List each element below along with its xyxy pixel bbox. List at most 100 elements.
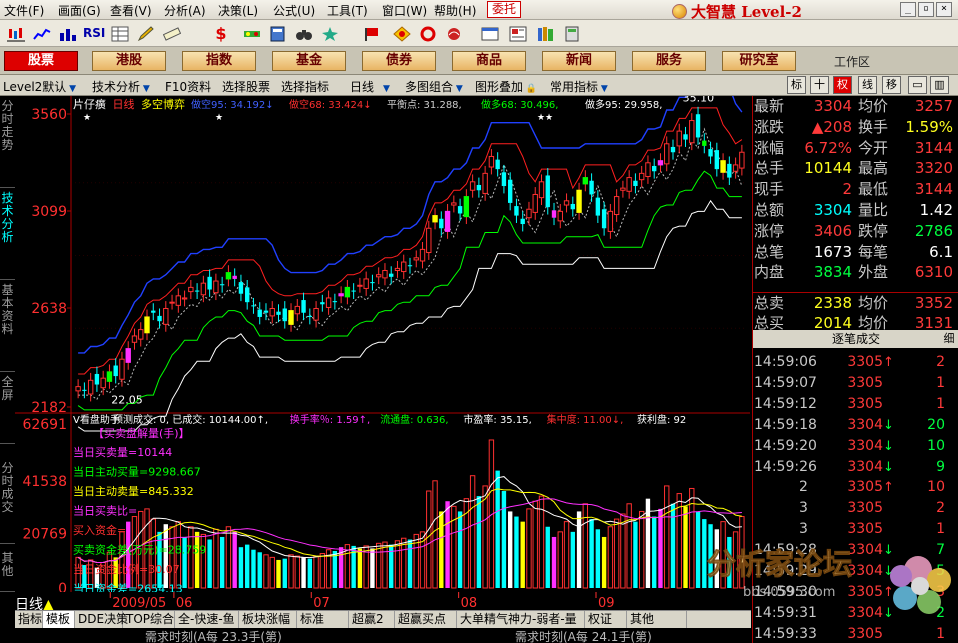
vtab-intraday[interactable]: 分时走势: [0, 96, 15, 188]
mark-button[interactable]: 标: [787, 76, 806, 94]
tech-analysis-select[interactable]: 技术分析 ▼: [92, 78, 150, 95]
quote-value: 3144: [914, 180, 953, 199]
menu-window[interactable]: 窗口(W): [382, 2, 427, 19]
volume-bar: [263, 554, 269, 589]
grid-icon-button[interactable]: [108, 23, 130, 43]
volume-bar: [469, 475, 476, 589]
bottom-tab-1[interactable]: 模板: [43, 611, 75, 629]
crosshair-button[interactable]: 十: [810, 76, 829, 94]
bottom-tab-6[interactable]: 标准: [297, 611, 349, 629]
vtab-fundamentals[interactable]: 基本资料: [0, 280, 15, 372]
candle-body: [507, 179, 513, 203]
nav-research[interactable]: 研究室: [722, 51, 796, 71]
overlay-select[interactable]: 图形叠加 🔒: [475, 78, 537, 95]
volume-bar: [613, 518, 620, 589]
pencil-icon-button[interactable]: [134, 23, 156, 43]
nav-bonds[interactable]: 债券: [362, 51, 436, 71]
menu-help[interactable]: 帮助(H): [434, 2, 476, 19]
panel-icon-button[interactable]: ▭: [908, 76, 927, 94]
bar-icon-button[interactable]: [56, 23, 78, 43]
menu-file[interactable]: 文件(F): [4, 2, 44, 19]
menu-screen[interactable]: 画面(G): [58, 2, 101, 19]
entrust-button[interactable]: 委托: [487, 1, 521, 18]
restore-button[interactable]: ▫: [918, 2, 934, 17]
wave-icon-button[interactable]: [442, 23, 464, 43]
bottom-tab-3[interactable]: TOP综合: [123, 611, 175, 629]
ruler-icon-button[interactable]: [160, 23, 182, 43]
vtab-tech-analysis[interactable]: 技术分析: [0, 188, 15, 280]
bottom-tab-5[interactable]: 板块涨幅: [239, 611, 297, 629]
nav-news[interactable]: 新闻: [542, 51, 616, 71]
multi-chart-select[interactable]: 多图组合 ▼: [405, 78, 463, 95]
bottom-tab-8[interactable]: 超赢买点: [395, 611, 457, 629]
book-icon-button[interactable]: [266, 23, 288, 43]
bottom-tab-2[interactable]: DDE决策: [75, 611, 128, 629]
bottom-tab-4[interactable]: 全-快速-鱼: [175, 611, 239, 629]
x-axis: 2009/05 06 07 08 09: [109, 592, 615, 610]
nav-services[interactable]: 服务: [632, 51, 706, 71]
vtab-tick-trades[interactable]: 分时成交: [0, 444, 15, 544]
nav-hk-stocks[interactable]: 港股: [92, 51, 166, 71]
flag-icon-button[interactable]: [360, 23, 382, 43]
rsi-button[interactable]: RSI: [82, 23, 105, 43]
flow-icon-button[interactable]: [240, 23, 262, 43]
bottom-tab-11[interactable]: 其他: [627, 611, 687, 629]
quote-row: 总笔 1673 每笔 6.1: [753, 242, 958, 263]
workzone-button[interactable]: 工作区: [834, 53, 870, 70]
chart-icon-button[interactable]: [4, 23, 26, 43]
dollar-button[interactable]: $: [210, 23, 232, 43]
window-icon-button[interactable]: [478, 23, 500, 43]
split-icon-button[interactable]: ▥: [930, 76, 949, 94]
vtab-fullscreen[interactable]: 全屏: [0, 372, 15, 444]
quote-value: 6.72%: [804, 138, 852, 157]
star-icon-button[interactable]: [318, 23, 340, 43]
tick-detail-button[interactable]: 细: [941, 331, 957, 347]
nav-index[interactable]: 指数: [182, 51, 256, 71]
line-button[interactable]: 线: [858, 76, 877, 94]
f10-button[interactable]: F10资料: [165, 78, 211, 95]
tick-volume: 2: [936, 354, 945, 370]
select-stock-button[interactable]: 选择股票: [222, 78, 270, 95]
bottom-tab-7[interactable]: 超赢2: [349, 611, 395, 629]
quote-value: 3304: [813, 201, 852, 219]
rights-button[interactable]: 权: [833, 76, 852, 94]
nav-stocks[interactable]: 股票: [4, 51, 78, 71]
menu-tools[interactable]: 工具(T): [327, 2, 368, 19]
news-icon-button[interactable]: [506, 23, 528, 43]
menu-bar: 文件(F) 画面(G) 查看(V) 分析(A) 决策(L) 公式(U) 工具(T…: [0, 0, 958, 21]
menu-formula[interactable]: 公式(U): [273, 2, 315, 19]
minimize-button[interactable]: _: [900, 2, 916, 17]
volume-bar: [658, 508, 663, 588]
bottom-tab-10[interactable]: 权证: [585, 611, 627, 629]
layout-select[interactable]: Level2默认 ▼: [3, 78, 76, 95]
menu-decision[interactable]: 决策(L): [218, 2, 258, 19]
menu-analysis[interactable]: 分析(A): [164, 2, 206, 19]
bottom-tab-0[interactable]: 指标: [15, 611, 43, 629]
kline-icon-button[interactable]: [30, 23, 52, 43]
tick-row: 2 3305 ↑ 10: [753, 477, 958, 498]
diamond-icon-button[interactable]: [390, 23, 412, 43]
vtab-other[interactable]: 其他: [0, 544, 15, 592]
volume-header-item-6: 获利盘: 92: [637, 413, 686, 426]
ring-icon-button[interactable]: [416, 23, 438, 43]
close-button[interactable]: ×: [936, 2, 952, 17]
move-button[interactable]: 移: [882, 76, 901, 94]
common-indicator-select[interactable]: 常用指标 ▼: [550, 78, 608, 95]
candle-body: [620, 187, 626, 191]
chart-area[interactable]: 片仔癀 日线 多空博弈 做空95: 34.192↓ 做空68: 33.424↓ 平衡…: [15, 86, 750, 597]
nav-funds[interactable]: 基金: [272, 51, 346, 71]
period-select[interactable]: 日线 ▼: [350, 78, 390, 95]
dropdown-arrow-icon: ▼: [374, 84, 390, 94]
select-indicator-button[interactable]: 选择指标: [281, 78, 329, 95]
flag-icon: [365, 28, 378, 41]
quote-row: 总额 3304 量比 1.42: [753, 200, 958, 221]
books-icon-button[interactable]: [534, 23, 556, 43]
calc-icon-button[interactable]: [560, 23, 582, 43]
binocular-icon-button[interactable]: [292, 23, 314, 43]
bottom-tab-9[interactable]: 大单精气神力-弱者-量: [457, 611, 585, 629]
band-lower-95: [77, 199, 742, 432]
menu-view[interactable]: 查看(V): [110, 2, 152, 19]
price-tick-label: 3099: [31, 204, 67, 220]
nav-commodities[interactable]: 商品: [452, 51, 526, 71]
kline-chart[interactable]: 片仔癀 日线 多空博弈 做空95: 34.192↓ 做空68: 33.424↓ 平衡…: [15, 86, 750, 597]
